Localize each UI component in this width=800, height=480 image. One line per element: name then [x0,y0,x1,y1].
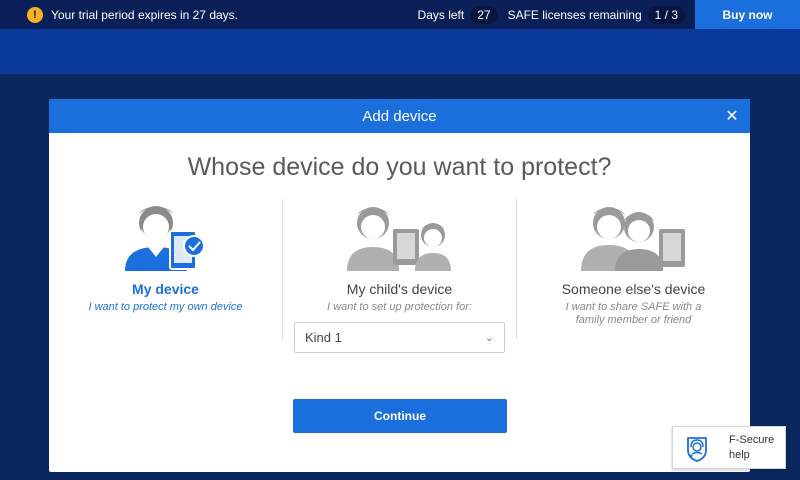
help-line-2: help [729,448,750,461]
dialog-header: Add device ✕ [49,99,750,133]
option-title: My child's device [346,281,453,297]
option-subtitle: I want to share SAFE with a family membe… [565,301,702,327]
someone-else-device-icon [580,207,685,271]
trial-message: Your trial period expires in 27 days. [51,7,238,22]
days-left-badge: 27 [470,5,498,24]
support-agent-icon [687,436,707,462]
help-line-1: F-Secure [729,434,775,447]
warning-icon: ! [27,6,43,23]
licenses-badge: 1 / 3 [647,5,685,24]
dialog-question: Whose device do you want to protect? [187,153,612,181]
device-options: My device I want to protect my own devic… [49,199,750,359]
option-my-device[interactable]: My device I want to protect my own devic… [49,199,282,359]
child-device-icon [346,207,451,271]
option-title: Someone else's device [561,281,706,297]
child-profile-select[interactable]: Kind 1 ⌄ [294,322,505,354]
option-someone-else-device[interactable]: Someone else's device I want to share SA… [517,199,750,359]
add-device-dialog: Add device ✕ Whose device do you want to… [49,99,750,472]
dialog-title: Add device [362,107,437,125]
option-title: My device [132,281,199,297]
help-widget[interactable]: F-Secure help [672,426,786,469]
licenses-label: SAFE licenses remaining [507,7,642,22]
days-left-label: Days left [417,7,465,22]
header-band [0,29,800,74]
trial-bar: ! Your trial period expires in 27 days. … [0,0,800,29]
option-subtitle: I want to set up protection for: [327,301,472,313]
option-subtitle: I want to protect my own device [88,301,243,313]
child-profile-value: Kind 1 [305,330,342,346]
help-label: F-Secure help [729,433,774,462]
option-child-device[interactable]: My child's device I want to set up prote… [283,199,516,359]
close-icon[interactable]: ✕ [722,106,742,126]
buy-now-button[interactable]: Buy now [695,0,800,29]
my-device-icon [124,206,205,271]
chevron-down-icon: ⌄ [484,332,494,345]
continue-button[interactable]: Continue [293,399,507,433]
